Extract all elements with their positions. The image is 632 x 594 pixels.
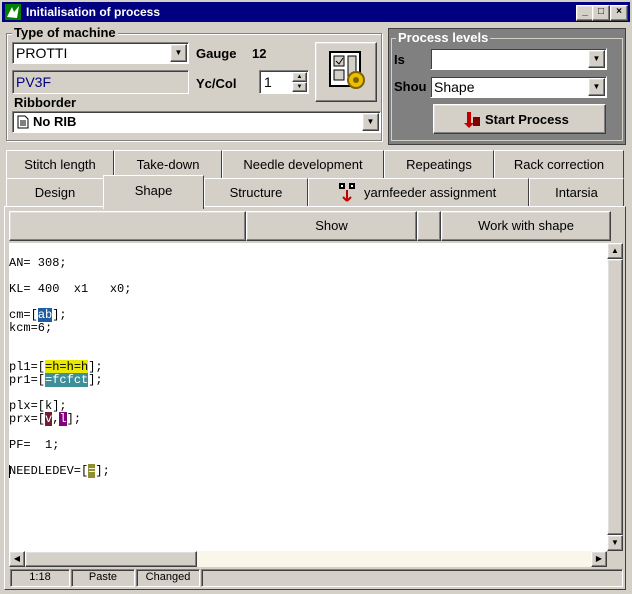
machine-group-label: Type of machine <box>12 25 118 40</box>
status-extra <box>201 569 623 587</box>
horizontal-scroll-thumb[interactable] <box>25 551 197 567</box>
document-icon <box>17 115 29 129</box>
maximize-button[interactable]: □ <box>592 5 610 21</box>
status-position: 1:18 <box>10 569 70 587</box>
text-cursor <box>9 465 10 478</box>
work-with-shape-label: Work with shape <box>478 218 574 233</box>
show-button-label: Show <box>315 218 348 233</box>
tab-repeatings[interactable]: Repeatings <box>384 150 494 178</box>
yccol-stepper[interactable]: 1 ▲ ▼ <box>259 70 309 94</box>
shou-value: Shape <box>434 79 475 95</box>
chevron-down-icon[interactable]: ▼ <box>170 44 187 62</box>
machine-model-value: PV3F <box>16 74 52 90</box>
chevron-down-icon[interactable]: ▼ <box>588 50 605 68</box>
scroll-left-icon[interactable]: ◀ <box>9 551 25 567</box>
vertical-scrollbar[interactable]: ▲ ▼ <box>607 243 623 551</box>
code-line-kl: KL= 400 x1 x0; <box>9 282 132 296</box>
chevron-down-icon[interactable]: ▼ <box>362 113 379 131</box>
scroll-corner <box>607 551 623 567</box>
title-bar: Initialisation of process _ □ × <box>2 2 630 22</box>
start-process-button[interactable]: Start Process <box>433 104 606 134</box>
stepper-down-icon[interactable]: ▼ <box>292 82 307 92</box>
window-title: Initialisation of process <box>26 5 161 19</box>
tab-shape[interactable]: Shape <box>103 175 204 209</box>
tab-needle-development[interactable]: Needle development <box>222 150 384 178</box>
tab-structure[interactable]: Structure <box>204 178 308 206</box>
machine-type-value: PROTTI <box>16 45 68 61</box>
chevron-down-icon[interactable]: ▼ <box>588 78 605 96</box>
tab-rack-correction[interactable]: Rack correction <box>494 150 624 178</box>
is-label: Is <box>394 52 405 67</box>
scroll-down-icon[interactable]: ▼ <box>607 535 623 551</box>
yccol-value: 1 <box>264 74 272 90</box>
shou-label: Shou <box>394 79 427 94</box>
code-line-an: AN= 308; <box>9 256 67 270</box>
tab-yarnfeeder-label: yarnfeeder assignment <box>364 185 497 200</box>
status-mode: Paste <box>71 569 135 587</box>
toolbar-empty-slot <box>9 211 246 241</box>
is-combo[interactable]: ▼ <box>430 48 607 70</box>
ribborder-value: No RIB <box>33 114 77 129</box>
horizontal-scrollbar[interactable]: ◀ ▶ <box>9 551 607 567</box>
ribborder-label: Ribborder <box>14 95 77 110</box>
toolbar-spacer <box>417 211 441 241</box>
scroll-up-icon[interactable]: ▲ <box>607 243 623 259</box>
machine-setup-button[interactable] <box>315 42 377 102</box>
start-process-label: Start Process <box>485 112 569 127</box>
machine-type-combo[interactable]: PROTTI ▼ <box>12 42 189 64</box>
close-button[interactable]: × <box>610 5 628 21</box>
status-bar: 1:18 Paste Changed <box>6 567 626 588</box>
tab-take-down[interactable]: Take-down <box>114 150 222 178</box>
yarnfeeder-icon <box>339 183 355 202</box>
shou-combo[interactable]: Shape ▼ <box>430 76 607 98</box>
code-line-pr1: pr1=[=fcfct]; <box>9 373 103 387</box>
status-state: Changed <box>136 569 200 587</box>
tab-stitch-length[interactable]: Stitch length <box>6 150 114 178</box>
tab-yarnfeeder-assignment[interactable]: yarnfeeder assignment <box>308 178 529 206</box>
process-logo-icon <box>5 4 21 20</box>
show-button[interactable]: Show <box>246 211 417 241</box>
code-line-needledev: NEEDLEDEV=[=]; <box>9 464 110 478</box>
shape-editor[interactable]: AN= 308; KL= 400 x1 x0; cm=[ab]; kcm=6; … <box>9 243 607 551</box>
process-levels-label: Process levels <box>396 30 491 45</box>
code-line-pf: PF= 1; <box>9 438 60 452</box>
tab-design[interactable]: Design <box>6 178 104 206</box>
start-process-icon <box>464 112 480 128</box>
machine-model-field: PV3F <box>12 70 189 94</box>
code-line-kcm: kcm=6; <box>9 321 53 335</box>
stepper-up-icon[interactable]: ▲ <box>292 72 307 82</box>
vertical-scroll-thumb[interactable] <box>607 259 623 535</box>
gauge-label: Gauge <box>196 46 237 61</box>
work-with-shape-button[interactable]: Work with shape <box>441 211 611 241</box>
scroll-right-icon[interactable]: ▶ <box>591 551 607 567</box>
ribborder-combo[interactable]: No RIB ▼ <box>12 111 381 133</box>
machine-setup-icon <box>329 51 365 89</box>
code-line-prx: prx=[v,l]; <box>9 412 82 426</box>
yccol-label: Yc/Col <box>196 76 237 91</box>
tab-intarsia[interactable]: Intarsia <box>529 178 624 206</box>
gauge-value: 12 <box>252 46 267 61</box>
